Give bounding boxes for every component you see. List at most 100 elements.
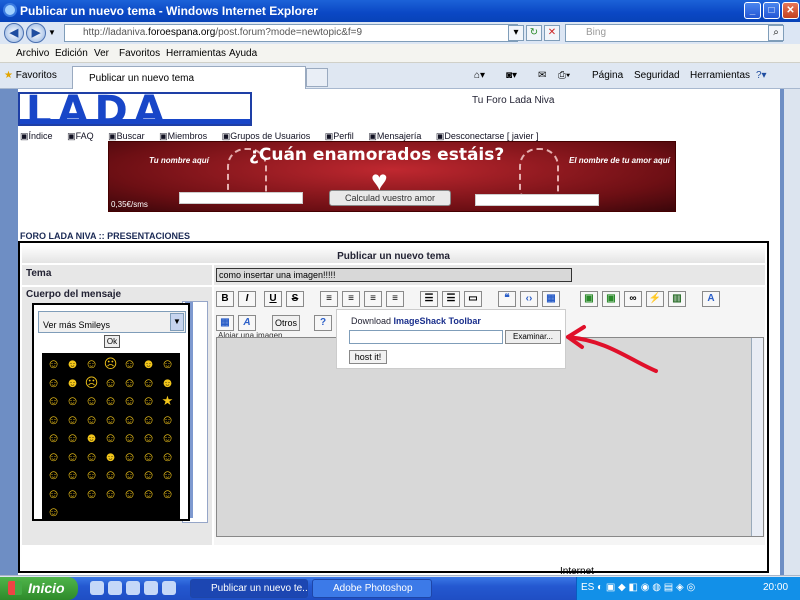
search-icon[interactable]: ⌕ — [768, 25, 784, 41]
refresh-icon[interactable]: ↻ — [526, 25, 542, 41]
align-right-icon[interactable]: ≡ — [364, 291, 382, 307]
smiley-icon[interactable]: ☺ — [82, 448, 101, 467]
start-button[interactable]: Inicio — [0, 577, 78, 600]
smiley-icon[interactable]: ☺ — [120, 411, 139, 430]
smiley-icon[interactable]: ☻ — [63, 355, 82, 374]
taskbar-item-photoshop[interactable]: Adobe Photoshop — [312, 579, 432, 598]
strike-button[interactable]: S — [286, 291, 304, 307]
minimize-button[interactable]: _ — [744, 2, 761, 19]
nav-link-mensajeria[interactable]: ▣Mensajería — [368, 131, 427, 141]
help-icon[interactable]: ?▾ — [756, 70, 767, 81]
smiley-icon[interactable]: ☺ — [101, 429, 120, 448]
nav-link-indice[interactable]: ▣Índice — [20, 131, 59, 141]
smiley-icon[interactable]: ☺ — [44, 485, 63, 504]
align-left-icon[interactable]: ≡ — [320, 291, 338, 307]
language-indicator[interactable]: ES — [581, 582, 594, 593]
subject-input[interactable]: como insertar una imagen!!!!! — [216, 268, 572, 282]
smiley-icon[interactable]: ☺ — [139, 466, 158, 485]
bold-button[interactable]: B — [216, 291, 234, 307]
page-scrollbar[interactable] — [784, 89, 800, 575]
smiley-select[interactable]: Ver más Smileys ▼ — [38, 311, 186, 333]
banner-love-input[interactable] — [475, 194, 599, 206]
mail-icon[interactable]: ✉ — [538, 70, 546, 81]
smiley-icon[interactable]: ☺ — [44, 355, 63, 374]
host-it-button[interactable]: host it! — [349, 350, 387, 364]
smiley-icon[interactable]: ☺ — [101, 466, 120, 485]
clock[interactable]: 20:00 — [763, 582, 788, 593]
address-input[interactable]: http://ladaniva.foroespana.org/post.foru… — [64, 24, 518, 42]
smiley-icon[interactable]: ☺ — [63, 448, 82, 467]
maximize-button[interactable]: □ — [763, 2, 780, 19]
favorites-button[interactable]: ★ Favoritos — [4, 70, 57, 81]
smiley-icon[interactable]: ☺ — [82, 485, 101, 504]
breadcrumb[interactable]: FORO LADA NIVA :: PRESENTACIONES — [20, 231, 190, 241]
smiley-icon[interactable]: ☺ — [44, 466, 63, 485]
nav-link-faq[interactable]: ▣FAQ — [67, 131, 100, 141]
nav-link-buscar[interactable]: ▣Buscar — [108, 131, 151, 141]
menu-edicion[interactable]: Edición — [55, 48, 88, 59]
smiley-icon[interactable]: ☺ — [139, 485, 158, 504]
smiley-icon[interactable]: ☺ — [63, 485, 82, 504]
smiley-icon[interactable]: ★ — [158, 392, 177, 411]
new-tab-button[interactable] — [306, 68, 328, 87]
quicklaunch-icon[interactable] — [126, 581, 140, 595]
smiley-icon[interactable]: ☺ — [120, 374, 139, 393]
smiley-icon[interactable]: ☺ — [63, 411, 82, 430]
smiley-icon[interactable]: ☺ — [63, 466, 82, 485]
search-input[interactable]: Bing — [565, 24, 783, 42]
home-icon[interactable]: ⌂▾ — [474, 70, 485, 81]
quicklaunch-icon[interactable] — [108, 581, 122, 595]
menu-favoritos[interactable]: Favoritos — [119, 48, 160, 59]
color-palette-icon[interactable]: ▦ — [216, 315, 234, 331]
smiley-icon[interactable]: ☺ — [44, 411, 63, 430]
smiley-icon[interactable]: ☹ — [101, 355, 120, 374]
smiley-icon[interactable]: ☺ — [82, 466, 101, 485]
smiley-icon[interactable]: ☺ — [158, 429, 177, 448]
smiley-icon[interactable]: ☻ — [139, 355, 158, 374]
textarea-scrollbar[interactable] — [751, 338, 763, 536]
chevron-down-icon[interactable]: ▼ — [170, 313, 184, 331]
smiley-icon[interactable]: ☺ — [120, 392, 139, 411]
smiley-icon[interactable]: ☺ — [82, 411, 101, 430]
banner-name-input[interactable] — [179, 192, 303, 204]
smiley-icon[interactable]: ☺ — [101, 485, 120, 504]
italic-button[interactable]: I — [238, 291, 256, 307]
smiley-icon[interactable]: ☺ — [120, 429, 139, 448]
font-icon[interactable]: A — [702, 291, 720, 307]
file-path-input[interactable] — [349, 330, 503, 344]
underline-button[interactable]: U — [264, 291, 282, 307]
smiley-icon[interactable]: ☺ — [44, 374, 63, 393]
smiley-icon[interactable]: ☺ — [101, 392, 120, 411]
smiley-icon[interactable]: ☺ — [139, 374, 158, 393]
align-center-icon[interactable]: ≡ — [342, 291, 360, 307]
smiley-icon[interactable]: ☺ — [158, 411, 177, 430]
otros-button[interactable]: Otros — [272, 315, 300, 331]
smiley-icon[interactable]: ☻ — [82, 429, 101, 448]
numbered-list-icon[interactable]: ☰ — [442, 291, 460, 307]
back-icon[interactable]: ◀ — [4, 23, 24, 43]
menu-ver[interactable]: Ver — [94, 48, 109, 59]
smiley-icon[interactable]: ☺ — [139, 411, 158, 430]
smiley-icon[interactable]: ☺ — [101, 374, 120, 393]
smiley-icon[interactable]: ☺ — [158, 485, 177, 504]
close-button[interactable]: ✕ — [782, 2, 799, 19]
smiley-icon[interactable]: ☺ — [120, 485, 139, 504]
taskbar-item-ie[interactable]: Publicar un nuevo te... — [190, 579, 308, 598]
table-icon[interactable]: ▦ — [542, 291, 560, 307]
imageshack-download-link[interactable]: Download ImageShack Toolbar — [351, 316, 481, 326]
smiley-icon[interactable]: ☺ — [139, 448, 158, 467]
font-style-icon[interactable]: A — [238, 315, 256, 331]
smiley-icon[interactable]: ☻ — [63, 374, 82, 393]
smiley-icon[interactable]: ☺ — [44, 429, 63, 448]
nav-link-desconectarse[interactable]: ▣Desconectarse [ javier ] — [436, 131, 545, 141]
smiley-icon[interactable]: ☺ — [120, 448, 139, 467]
quicklaunch-icon[interactable] — [90, 581, 104, 595]
justify-icon[interactable]: ≡ — [386, 291, 404, 307]
smiley-icon[interactable]: ☺ — [158, 355, 177, 374]
smiley-icon[interactable]: ☺ — [139, 429, 158, 448]
tab-active[interactable]: Publicar un nuevo tema — [72, 66, 306, 89]
bullet-list-icon[interactable]: ☰ — [420, 291, 438, 307]
code-icon[interactable]: ‹› — [520, 291, 538, 307]
nav-link-grupos[interactable]: ▣Grupos de Usuarios — [222, 131, 317, 141]
image-upload-icon[interactable]: ▣ — [602, 291, 620, 307]
